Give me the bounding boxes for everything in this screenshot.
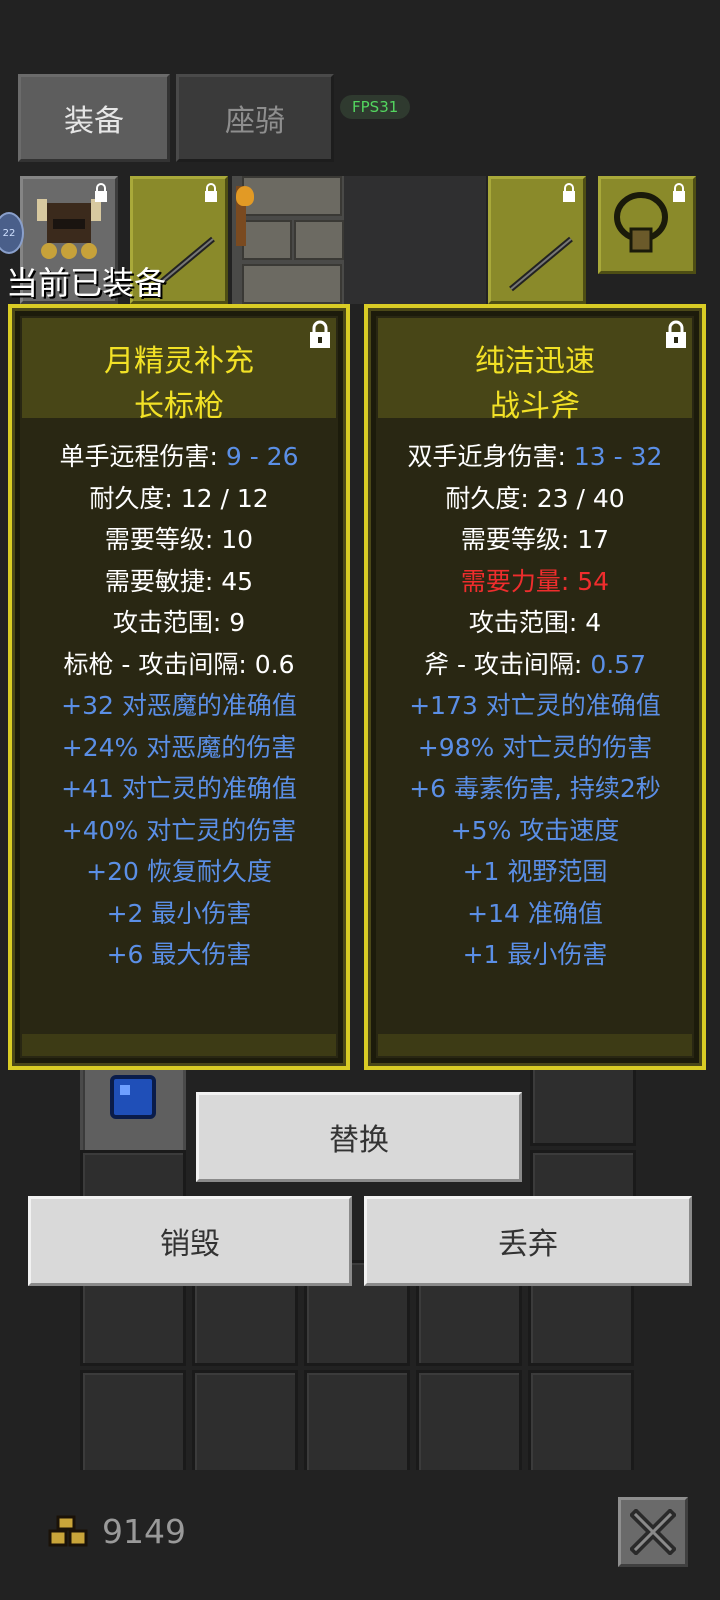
gold-coins-icon [48,1515,88,1547]
stat-bonus: +20 恢复耐久度 [86,857,272,886]
stat-required-attribute: 需要敏捷: 45 [104,566,254,596]
equipped-label: 当前已装备 [6,264,167,302]
stat-bonus: +1 最小伤害 [462,940,608,969]
stat-required-level: 需要等级: 10 [104,525,254,554]
stat-damage: 单手远程伤害: 9 - 26 [59,442,299,471]
lock-icon [563,183,575,202]
tab-equipment[interactable]: 装备 [18,74,170,162]
tab-mount[interactable]: 座骑 [176,74,334,162]
stat-required-level: 需要等级: 17 [460,525,610,554]
stat-bonus: +6 毒素伤害, 持续2秒 [409,774,661,803]
stat-bonus: +1 视野范围 [462,857,608,886]
item-stats: 双手近身伤害: 13 - 32 耐久度: 23 / 40 需要等级: 17 需要… [368,436,702,976]
item-name-prefix: 纯洁迅速 [475,344,595,379]
stat-required-attribute: 需要力量: 54 [460,566,610,596]
lock-icon[interactable] [664,320,688,350]
stat-durability: 耐久度: 12 / 12 [89,483,269,513]
replace-button[interactable]: 替换 [196,1092,522,1182]
stat-bonus: +40% 对亡灵的伤害 [61,815,297,845]
item-card-header: 月精灵补充 长标枪 [22,318,336,424]
gold-amount: 9149 [102,1512,186,1551]
lock-icon [205,183,217,202]
stat-attack-interval: 斧 - 攻击间隔: 0.57 [424,649,646,679]
item-card-footer [378,1034,692,1056]
stat-bonus: +5% 攻击速度 [450,815,620,845]
stat-bonus: +2 最小伤害 [106,898,252,928]
stat-damage: 双手近身伤害: 13 - 32 [407,442,663,471]
close-icon [630,1509,676,1555]
drop-button[interactable]: 丢弃 [364,1196,692,1286]
stat-attack-interval: 标枪 - 攻击间隔: 0.6 [63,649,295,679]
item-card-equipped: 月精灵补充 长标枪 单手远程伤害: 9 - 26 耐久度: 12 / 12 需要… [8,304,350,1070]
stat-attack-range: 攻击范围: 4 [468,608,602,637]
equipment-slot-offhand[interactable] [488,176,586,304]
lock-icon[interactable] [308,320,332,350]
item-card-footer [22,1034,336,1056]
fps-counter: FPS31 [340,95,411,119]
item-name-base: 长标枪 [134,389,224,424]
stat-bonus: +32 对恶魔的准确值 [61,691,297,720]
destroy-button[interactable]: 销毁 [28,1196,352,1286]
inventory-slot[interactable] [80,1370,186,1476]
torch-icon [236,186,254,246]
stat-bonus: +173 对亡灵的准确值 [409,691,661,720]
sapphire-gem-icon [110,1075,156,1119]
lock-icon [673,183,685,202]
stat-bonus: +98% 对亡灵的伤害 [417,732,653,762]
inventory-slot[interactable] [416,1370,522,1476]
equipment-slot-amulet[interactable] [598,176,696,274]
item-name-prefix: 月精灵补充 [104,344,254,379]
item-card-new: 纯洁迅速 战斗斧 双手近身伤害: 13 - 32 耐久度: 23 / 40 需要… [364,304,706,1070]
dungeon-scene [232,176,486,304]
item-stats: 单手远程伤害: 9 - 26 耐久度: 12 / 12 需要等级: 10 需要敏… [12,436,346,976]
close-button[interactable] [618,1497,688,1567]
inventory-slot[interactable] [192,1370,298,1476]
stat-attack-range: 攻击范围: 9 [112,608,246,637]
stat-bonus: +41 对亡灵的准确值 [61,774,297,803]
item-name-base: 战斗斧 [490,389,580,424]
stat-bonus: +6 最大伤害 [106,940,252,969]
lock-icon [95,183,107,202]
stat-durability: 耐久度: 23 / 40 [445,483,625,513]
stat-bonus: +14 准确值 [467,898,603,928]
stat-bonus: +24% 对恶魔的伤害 [61,732,297,762]
item-card-header: 纯洁迅速 战斗斧 [378,318,692,424]
inventory-slot[interactable] [528,1370,634,1476]
inventory-slot[interactable] [304,1370,410,1476]
